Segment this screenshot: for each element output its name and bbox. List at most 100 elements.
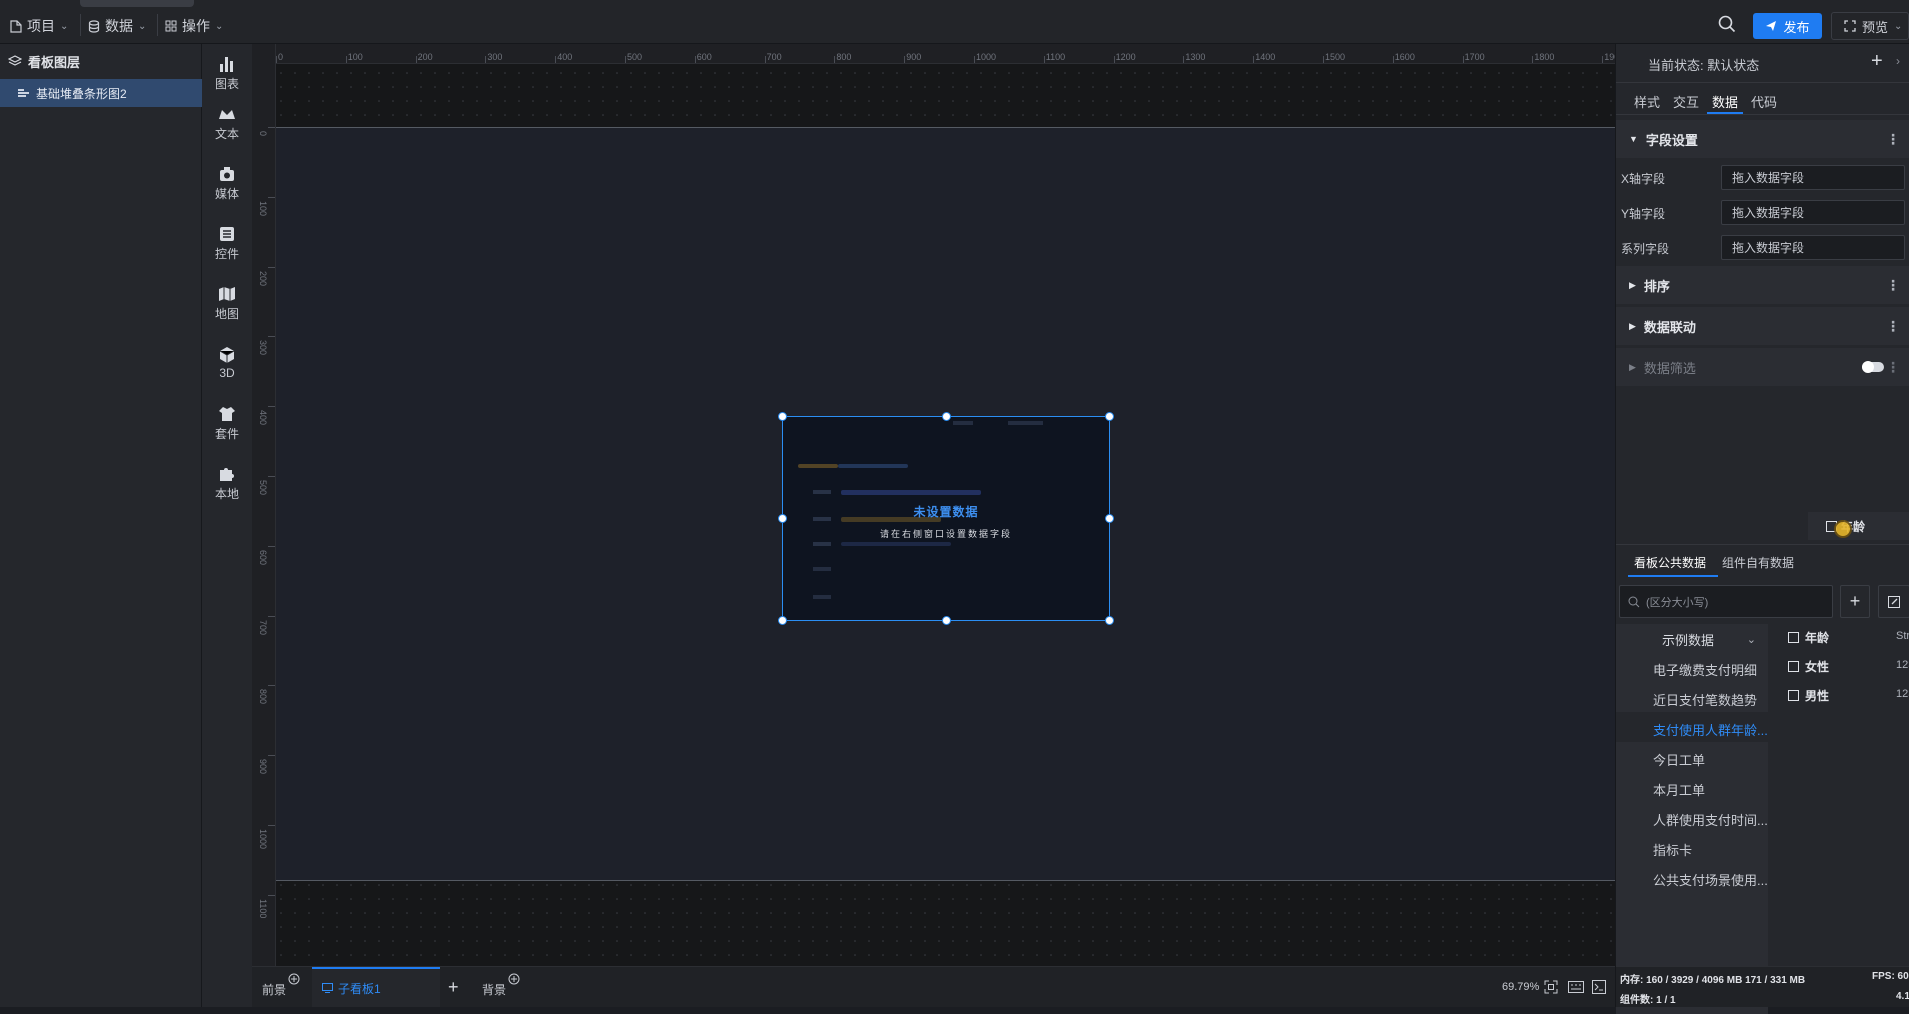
resize-handle[interactable] bbox=[1105, 616, 1114, 625]
resize-handle[interactable] bbox=[942, 412, 951, 421]
tool-chart[interactable]: 图表 bbox=[202, 48, 252, 98]
tool-media[interactable]: 媒体 bbox=[202, 158, 252, 208]
tab-component-own-data[interactable]: 组件自有数据 bbox=[1722, 554, 1794, 571]
tab-code[interactable]: 代码 bbox=[1751, 92, 1777, 111]
data-linkage-header[interactable]: ▶ 数据联动 ⋮ bbox=[1616, 307, 1909, 345]
tab-background[interactable]: 背景 bbox=[482, 981, 506, 998]
series-field-input[interactable]: 拖入数据字段 bbox=[1721, 235, 1905, 260]
dataset-field-name: 年龄 bbox=[1805, 631, 1830, 645]
terminal-icon[interactable] bbox=[1592, 980, 1606, 994]
ruler-tick-label: 0 bbox=[258, 131, 268, 137]
tab-foreground-label: 前景 bbox=[262, 983, 287, 997]
tool-control[interactable]: 控件 bbox=[202, 218, 252, 268]
field-settings-header[interactable]: ▼ 字段设置 ⋮ bbox=[1616, 120, 1909, 158]
bottom-bar: 前景 子看板1 + 背景 69.79% bbox=[252, 966, 1615, 1007]
dataset-item[interactable]: 人群使用支付时间... bbox=[1653, 810, 1768, 829]
tool-map[interactable]: 地图 bbox=[202, 278, 252, 328]
chevron-right-icon[interactable]: › bbox=[1896, 54, 1900, 68]
tool-local[interactable]: 本地 bbox=[202, 458, 252, 508]
caret-right-icon: ▶ bbox=[1629, 320, 1636, 331]
data-filter-header[interactable]: ▶ 数据筛选 ⋮ bbox=[1616, 348, 1909, 386]
chevron-down-icon: ⌄ bbox=[1746, 633, 1756, 646]
dataset-item[interactable]: 公共支付场景使用... bbox=[1653, 870, 1768, 889]
tab-sub-board[interactable]: 子看板1 bbox=[312, 967, 440, 1007]
current-state[interactable]: 当前状态: 默认状态 bbox=[1648, 55, 1759, 74]
layers-icon bbox=[8, 55, 22, 66]
fit-screen-icon[interactable] bbox=[1544, 980, 1558, 994]
more-icon[interactable]: ⋮ bbox=[1886, 277, 1900, 294]
x-axis-field-input[interactable]: 拖入数据字段 bbox=[1721, 165, 1905, 190]
resize-handle[interactable] bbox=[778, 616, 787, 625]
ruler-tick-label: 500 bbox=[627, 52, 643, 62]
more-icon[interactable]: ⋮ bbox=[1886, 131, 1900, 148]
ruler-tick bbox=[268, 755, 275, 757]
dataset-field[interactable]: 女性 bbox=[1788, 658, 1829, 675]
search-icon[interactable] bbox=[1718, 15, 1736, 33]
chart-widget[interactable]: 未设置数据 请在右侧窗口设置数据字段 bbox=[778, 412, 1114, 625]
layer-panel-title: 看板图层 bbox=[28, 54, 81, 70]
y-axis-field-input[interactable]: 拖入数据字段 bbox=[1721, 200, 1905, 225]
menu-project[interactable]: 项目 ⌄ bbox=[10, 16, 68, 36]
ruler-tick bbox=[1392, 56, 1394, 63]
ruler-horizontal[interactable]: 0 100 200 300 400 500 600 700 800 900 1000 1100 1200… bbox=[252, 44, 1615, 64]
layer-item[interactable]: 基础堆叠条形图2 bbox=[0, 79, 202, 107]
resize-handle[interactable] bbox=[778, 412, 787, 421]
ruler-tick-label: 700 bbox=[258, 619, 268, 635]
resize-handle[interactable] bbox=[778, 514, 787, 523]
caret-right-icon: ▶ bbox=[1629, 279, 1636, 290]
chart-icon bbox=[220, 56, 233, 72]
drag-field-chip[interactable]: 年龄 bbox=[1808, 512, 1909, 540]
top-bar: 项目 ⌄ 数据 ⌄ 操作 ⌄ 发布 预览 ⌄ bbox=[0, 0, 1909, 44]
add-board-icon[interactable]: + bbox=[448, 977, 459, 998]
dataset-item[interactable]: 近日支付笔数趋势 bbox=[1653, 690, 1768, 709]
resize-handle[interactable] bbox=[942, 616, 951, 625]
dataset-item[interactable]: 指标卡 bbox=[1653, 840, 1768, 859]
more-icon[interactable]: ⋮ bbox=[1886, 318, 1900, 335]
menu-data[interactable]: 数据 ⌄ bbox=[88, 16, 146, 36]
tab-board-public-data[interactable]: 看板公共数据 bbox=[1634, 554, 1706, 571]
more-icon[interactable]: ⋮ bbox=[1886, 359, 1900, 376]
dataset-field[interactable]: 年龄 bbox=[1788, 629, 1829, 646]
tab-data[interactable]: 数据 bbox=[1712, 92, 1738, 111]
series-field-label: 系列字段 bbox=[1621, 242, 1670, 256]
add-foreground-icon[interactable] bbox=[288, 973, 300, 985]
add-dataset-button[interactable]: + bbox=[1840, 585, 1870, 618]
component-count: 组件数: 1 / 1 bbox=[1620, 995, 1676, 1006]
publish-button[interactable]: 发布 bbox=[1753, 13, 1822, 39]
ruler-tick bbox=[485, 56, 487, 63]
resize-handle[interactable] bbox=[1105, 412, 1114, 421]
monitor-icon bbox=[322, 983, 333, 993]
menu-operation[interactable]: 操作 ⌄ bbox=[165, 16, 223, 36]
tool-suite[interactable]: 套件 bbox=[202, 398, 252, 448]
add-state-icon[interactable]: + bbox=[1871, 50, 1883, 73]
divider bbox=[157, 14, 158, 36]
dataset-item[interactable]: 电子缴费支付明细 bbox=[1653, 660, 1768, 679]
ruler-tick-label: 600 bbox=[258, 549, 268, 565]
keyboard-icon[interactable] bbox=[1568, 981, 1584, 993]
dataset-group-select[interactable]: 示例数据 ⌄ bbox=[1616, 624, 1768, 654]
filter-toggle[interactable] bbox=[1862, 361, 1884, 373]
tool-text[interactable]: 文本 bbox=[202, 98, 252, 148]
ruler-tick bbox=[268, 336, 275, 338]
preview-button[interactable]: 预览 ⌄ bbox=[1831, 12, 1909, 40]
ruler-vertical[interactable]: 0 100 200 300 400 500 600 700 800 900 1000 1100 bbox=[252, 44, 276, 966]
resize-handle[interactable] bbox=[1105, 514, 1114, 523]
tool-3d[interactable]: 3D bbox=[202, 338, 252, 388]
suite-icon bbox=[219, 406, 235, 421]
tool-media-label: 媒体 bbox=[214, 186, 239, 201]
add-background-icon[interactable] bbox=[508, 973, 520, 985]
dataset-search-input[interactable]: (区分大小写) bbox=[1619, 585, 1833, 618]
ruler-tick-label: 1400 bbox=[1255, 52, 1276, 62]
tab-interaction[interactable]: 交互 bbox=[1673, 92, 1699, 111]
ruler-tick-label: 800 bbox=[258, 689, 268, 705]
zoom-level[interactable]: 69.79% bbox=[1502, 981, 1539, 993]
edit-dataset-button[interactable] bbox=[1878, 585, 1909, 618]
sort-header[interactable]: ▶ 排序 ⋮ bbox=[1616, 266, 1909, 304]
dataset-item[interactable]: 本月工单 bbox=[1653, 780, 1768, 799]
tab-style[interactable]: 样式 bbox=[1634, 92, 1660, 111]
dataset-item-active[interactable]: 支付使用人群年龄... bbox=[1653, 720, 1768, 739]
dataset-item[interactable]: 今日工单 bbox=[1653, 750, 1768, 769]
current-state-label: 当前状态: bbox=[1648, 58, 1704, 73]
dataset-field[interactable]: 男性 bbox=[1788, 687, 1829, 704]
tab-foreground[interactable]: 前景 bbox=[262, 981, 286, 998]
